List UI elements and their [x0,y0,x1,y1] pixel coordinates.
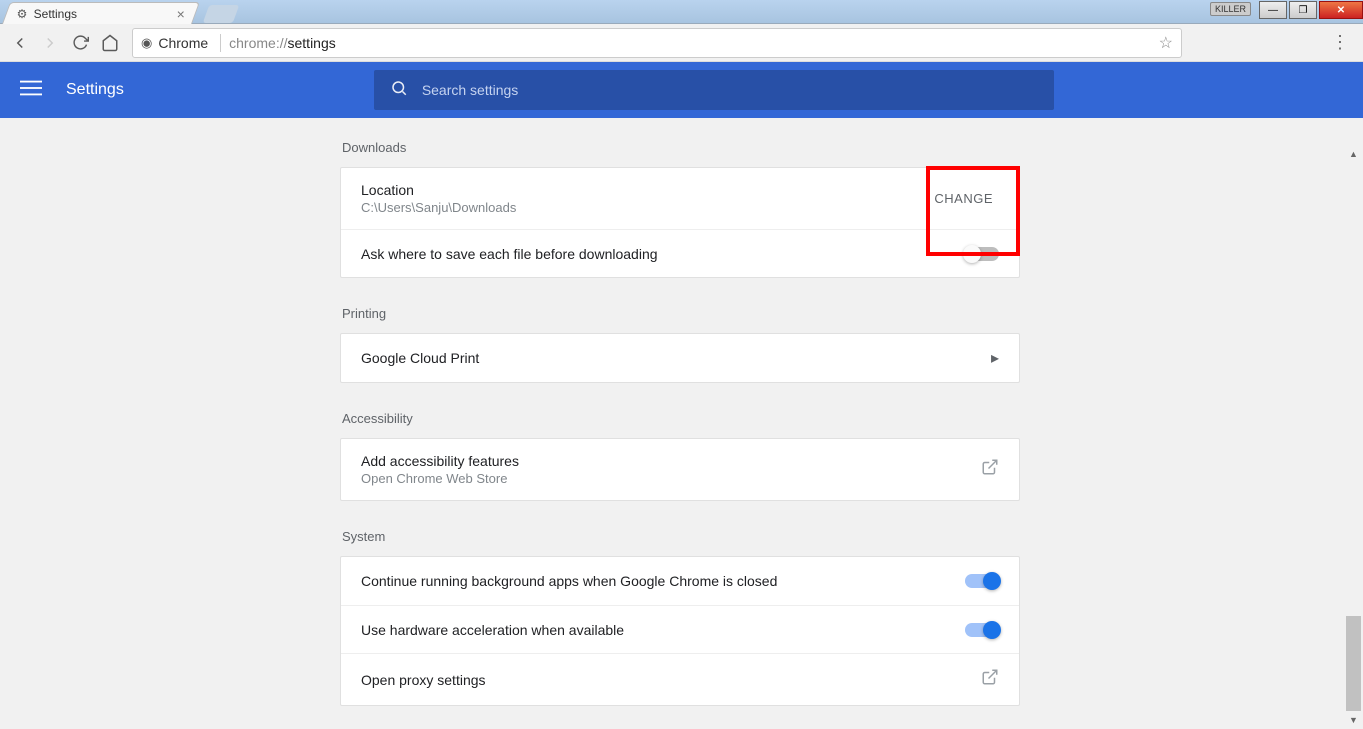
tab-strip: ⚙ Settings × [0,0,236,24]
section-label-accessibility: Accessibility [342,411,1020,426]
accessibility-card: Add accessibility features Open Chrome W… [340,438,1020,501]
proxy-settings-row[interactable]: Open proxy settings [341,653,1019,705]
browser-tab-settings[interactable]: ⚙ Settings × [2,2,200,24]
location-value: C:\Users\Sanju\Downloads [361,200,516,215]
google-cloud-print-row[interactable]: Google Cloud Print ▸ [341,334,1019,382]
browser-toolbar: ◉ Chrome chrome://settings ☆ ⋮ [0,24,1363,62]
ask-save-toggle[interactable] [965,247,999,261]
settings-content: Downloads Location C:\Users\Sanju\Downlo… [0,118,1363,729]
url-text: chrome://settings [229,35,336,51]
settings-header: Settings [0,62,1363,118]
ask-save-row: Ask where to save each file before downl… [341,229,1019,277]
divider [220,34,221,52]
hamburger-icon[interactable] [20,77,42,104]
system-card: Continue running background apps when Go… [340,556,1020,706]
scroll-up-arrow[interactable]: ▲ [1346,146,1361,161]
ask-save-label: Ask where to save each file before downl… [361,246,658,262]
gear-icon: ⚙ [17,7,28,21]
change-button[interactable]: CHANGE [928,183,999,214]
window-buttons: KILLER — ❐ ✕ [1210,0,1363,24]
window-close-button[interactable]: ✕ [1319,1,1363,19]
forward-button [38,31,62,55]
scroll-thumb[interactable] [1346,616,1361,711]
close-icon[interactable]: × [177,6,185,22]
hardware-accel-toggle[interactable] [965,623,999,637]
background-apps-row: Continue running background apps when Go… [341,557,1019,605]
chevron-right-icon: ▸ [991,348,999,368]
hardware-accel-row: Use hardware acceleration when available [341,605,1019,653]
tab-title: Settings [34,7,177,21]
scroll-down-arrow[interactable]: ▼ [1346,712,1361,727]
killer-badge: KILLER [1210,2,1251,16]
chrome-icon: ◉ [141,35,152,51]
background-apps-toggle[interactable] [965,574,999,588]
section-label-system: System [342,529,1020,544]
location-label: Location [361,182,516,198]
site-chip: Chrome [158,35,208,51]
home-button[interactable] [98,31,122,55]
address-bar[interactable]: ◉ Chrome chrome://settings ☆ [132,28,1182,58]
back-button[interactable] [8,31,32,55]
reload-button[interactable] [68,31,92,55]
search-icon [390,79,408,102]
external-link-icon [981,458,999,481]
section-label-printing: Printing [342,306,1020,321]
download-location-row: Location C:\Users\Sanju\Downloads CHANGE [341,168,1019,229]
maximize-button[interactable]: ❐ [1289,1,1317,19]
page-title: Settings [66,81,124,99]
add-accessibility-row[interactable]: Add accessibility features Open Chrome W… [341,439,1019,500]
printing-card: Google Cloud Print ▸ [340,333,1020,383]
search-settings-box[interactable] [374,70,1054,110]
star-icon[interactable]: ☆ [1159,33,1173,53]
minimize-button[interactable]: — [1259,1,1287,19]
kebab-menu-icon[interactable]: ⋮ [1325,32,1355,53]
window-titlebar: ⚙ Settings × KILLER — ❐ ✕ [0,0,1363,24]
section-label-downloads: Downloads [342,140,1020,155]
external-link-icon [981,668,999,691]
new-tab-button[interactable] [203,5,240,23]
search-input[interactable] [422,82,1038,98]
downloads-card: Location C:\Users\Sanju\Downloads CHANGE… [340,167,1020,278]
